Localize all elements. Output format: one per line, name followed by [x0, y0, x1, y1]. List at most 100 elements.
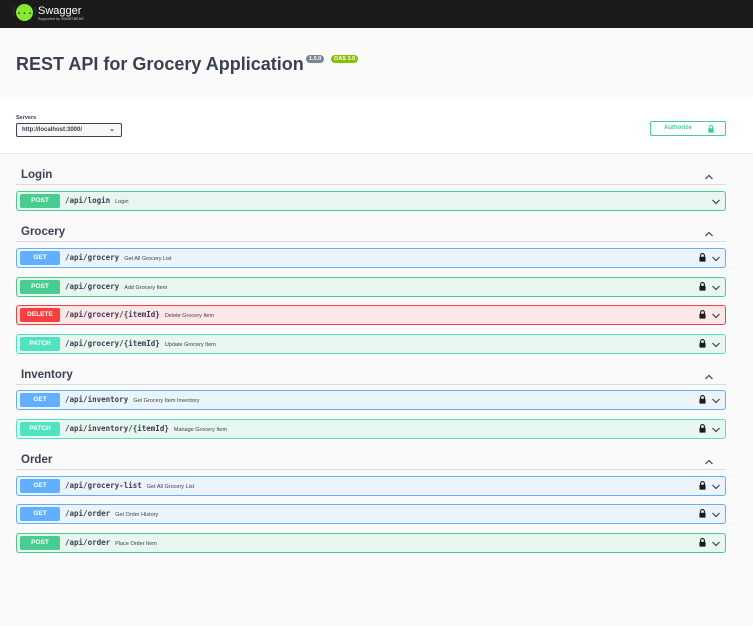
operation-path: /api/grocery — [65, 253, 120, 262]
server-select-value: http://localhost:3000/ — [22, 127, 83, 133]
tag-name: Login — [21, 169, 53, 181]
operation-summary: Get All Grocery List — [146, 484, 195, 490]
chevron-down-icon — [712, 342, 720, 348]
oas-badge: OAS 3.0 — [331, 55, 359, 63]
chevron-down-icon — [712, 199, 720, 205]
lock-icon[interactable] — [699, 339, 706, 348]
operation-path: /api/inventory/{itemId} — [65, 424, 169, 433]
operation-path-group: /api/grocery Add Grocery Item — [65, 282, 167, 291]
servers-label: Servers — [16, 115, 37, 121]
operation-row[interactable]: GET/api/grocery Get All Grocery List — [16, 248, 726, 268]
operation-path-group: /api/order Place Order Item — [65, 538, 157, 547]
operation-path: /api/login — [65, 196, 111, 205]
chevron-down-icon: ⌄ — [109, 126, 115, 133]
chevron-down-icon — [712, 427, 720, 433]
tag-section-inventory[interactable]: Inventory — [16, 363, 726, 385]
method-badge: POST — [20, 280, 60, 294]
operation-path: /api/grocery-list — [65, 481, 142, 490]
scheme-container: Servers http://localhost:3000/ ⌄ Authori… — [0, 99, 753, 154]
operation-row[interactable]: POST/api/login Login — [16, 191, 726, 211]
method-badge: PATCH — [20, 422, 60, 436]
swagger-logo[interactable]: {...} Swagger Supported by SMARTBEAR — [11, 4, 84, 21]
lock-icon[interactable] — [699, 310, 706, 319]
operation-path: /api/grocery — [65, 282, 120, 291]
swagger-logo-icon: {...} — [11, 4, 38, 21]
method-badge: GET — [20, 251, 60, 265]
operation-path: /api/order — [65, 509, 111, 518]
lock-icon[interactable] — [699, 395, 706, 404]
collapse-toggle[interactable] — [704, 169, 714, 187]
operation-summary: Update Grocery Item — [164, 342, 216, 348]
operation-row[interactable]: POST/api/grocery Add Grocery Item — [16, 277, 726, 297]
tag-section-login[interactable]: Login — [16, 163, 726, 185]
method-badge: GET — [20, 393, 60, 407]
operation-row[interactable]: GET/api/inventory Get Grocery Item Invent… — [16, 390, 726, 410]
operation-path: /api/grocery/{itemId} — [65, 310, 160, 319]
operation-path: /api/order — [65, 538, 111, 547]
operation-path: /api/inventory — [65, 395, 129, 404]
method-badge: GET — [20, 479, 60, 493]
topbar: {...} Swagger Supported by SMARTBEAR — [0, 0, 753, 28]
operation-row[interactable]: PATCH/api/inventory/{itemId} Manage Groce… — [16, 419, 726, 439]
operation-path-group: /api/grocery-list Get All Grocery List — [65, 481, 194, 490]
operation-row[interactable]: POST/api/order Place Order Item — [16, 533, 726, 553]
operation-summary: Login — [115, 199, 129, 205]
operation-summary: Place Order Item — [115, 541, 157, 547]
operation-row[interactable]: PATCH/api/grocery/{itemId} Update Grocery… — [16, 334, 726, 354]
tag-name: Inventory — [21, 369, 73, 381]
lock-icon[interactable] — [699, 509, 706, 518]
tag-section-order[interactable]: Order — [16, 448, 726, 470]
method-badge: POST — [20, 194, 60, 208]
brand-subtitle: Supported by SMARTBEAR — [38, 16, 84, 21]
operation-summary: Get Grocery Item Inventory — [133, 398, 200, 404]
version-badge: 1.0.0 — [306, 55, 325, 63]
operation-summary: Get Order History — [115, 512, 159, 518]
operation-row[interactable]: GET/api/grocery-list Get All Grocery List — [16, 476, 726, 496]
operation-path-group: /api/grocery Get All Grocery List — [65, 253, 172, 262]
operation-path-group: /api/inventory Get Grocery Item Inventory — [65, 395, 200, 404]
operation-path-group: /api/inventory/{itemId} Manage Grocery It… — [65, 424, 227, 433]
chevron-down-icon — [712, 313, 720, 319]
chevron-down-icon — [712, 512, 720, 518]
method-badge: GET — [20, 507, 60, 521]
operation-path-group: /api/login Login — [65, 196, 129, 205]
chevron-down-icon — [712, 398, 720, 404]
chevron-down-icon — [712, 285, 720, 291]
lock-icon[interactable] — [699, 253, 706, 262]
page-title: REST API for Grocery Application — [16, 54, 304, 74]
chevron-up-icon — [705, 174, 713, 180]
authorize-button[interactable]: Authorize — [650, 121, 726, 136]
api-info: REST API for Grocery Application 1.0.0 O… — [0, 28, 753, 99]
collapse-toggle[interactable] — [704, 226, 714, 244]
tag-name: Grocery — [21, 226, 66, 238]
server-select[interactable]: http://localhost:3000/ ⌄ — [16, 123, 122, 137]
method-badge: POST — [20, 536, 60, 550]
lock-icon[interactable] — [699, 424, 706, 433]
chevron-down-icon — [712, 541, 720, 547]
tag-name: Order — [21, 454, 53, 466]
method-badge: DELETE — [20, 308, 60, 322]
operation-row[interactable]: DELETE/api/grocery/{itemId} Delete Grocer… — [16, 305, 726, 325]
lock-icon — [708, 125, 714, 133]
operation-summary: Get All Grocery List — [124, 256, 172, 262]
chevron-down-icon — [712, 484, 720, 490]
chevron-down-icon — [712, 256, 720, 262]
operation-summary: Add Grocery Item — [124, 285, 168, 291]
operation-path-group: /api/grocery/{itemId} Update Grocery Item — [65, 339, 216, 348]
operation-path-group: /api/order Get Order History — [65, 509, 158, 518]
authorize-label: Authorize — [664, 125, 692, 131]
method-badge: PATCH — [20, 337, 60, 351]
collapse-toggle[interactable] — [704, 454, 714, 472]
operation-row[interactable]: GET/api/order Get Order History — [16, 504, 726, 524]
lock-icon[interactable] — [699, 481, 706, 490]
lock-icon[interactable] — [699, 538, 706, 547]
lock-icon[interactable] — [699, 282, 706, 291]
chevron-up-icon — [705, 231, 713, 237]
operation-path-group: /api/grocery/{itemId} Delete Grocery Item — [65, 310, 214, 319]
chevron-up-icon — [705, 374, 713, 380]
operation-summary: Manage Grocery Item — [173, 427, 228, 433]
tag-section-grocery[interactable]: Grocery — [16, 220, 726, 242]
collapse-toggle[interactable] — [704, 369, 714, 387]
operation-path: /api/grocery/{itemId} — [65, 339, 160, 348]
operation-summary: Delete Grocery Item — [164, 313, 215, 319]
